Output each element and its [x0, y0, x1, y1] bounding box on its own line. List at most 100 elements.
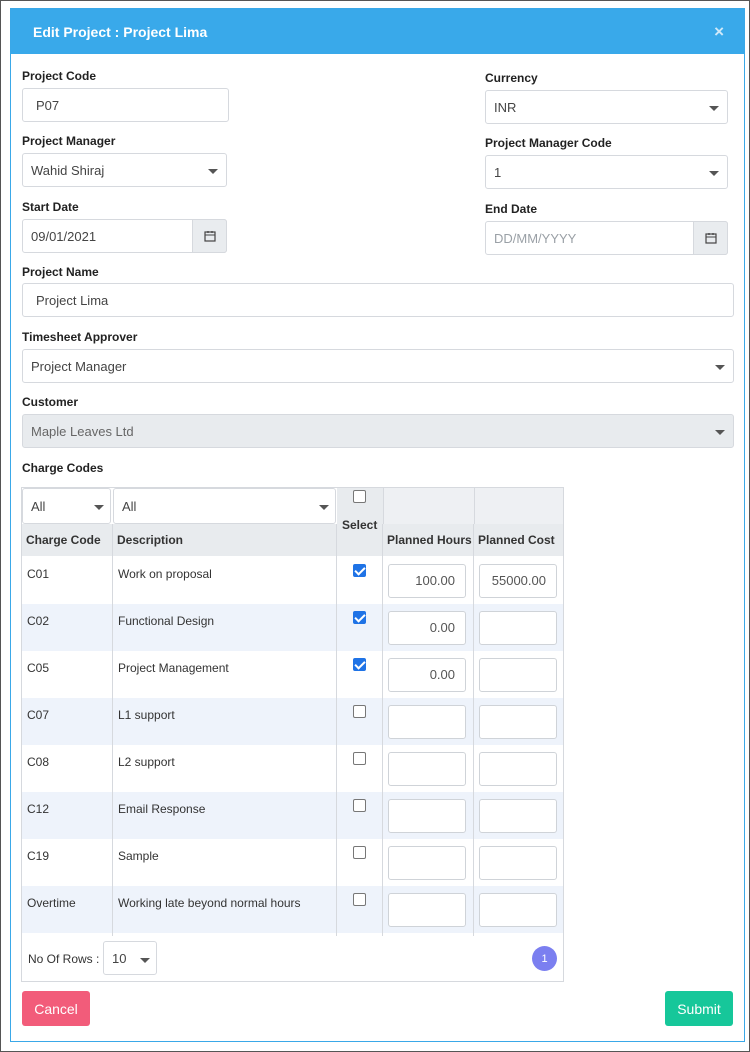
customer-select: Maple Leaves Ltd [22, 414, 734, 448]
table-row: C12 Email Response [22, 792, 563, 839]
cancel-button[interactable]: Cancel [22, 991, 90, 1026]
table-row: C02 Functional Design 0.00 [22, 604, 563, 651]
end-date-placeholder: DD/MM/YYYY [494, 230, 577, 246]
column-divider [112, 524, 113, 936]
table-row: C07 L1 support [22, 698, 563, 745]
end-date-input[interactable]: DD/MM/YYYY [485, 221, 728, 255]
project-code-label: Project Code [22, 69, 97, 83]
planned-cost-input[interactable] [479, 799, 557, 833]
currency-select[interactable]: INR [485, 90, 728, 124]
description-filter-value: All [122, 498, 137, 514]
planned-hours-input[interactable] [388, 846, 466, 880]
project-manager-select[interactable]: Wahid Shiraj [22, 153, 227, 187]
currency-label: Currency [485, 71, 538, 85]
description-cell: Project Management [118, 661, 229, 675]
project-name-input[interactable]: Project Lima [22, 283, 734, 317]
charge-code-cell: C01 [27, 567, 50, 581]
planned-hours-input[interactable] [388, 705, 466, 739]
table-row: C05 Project Management 0.00 [22, 651, 563, 698]
table-row: C08 L2 support [22, 745, 563, 792]
row-select-checkbox[interactable] [353, 846, 366, 859]
table-row: C01 Work on proposal 100.00 55000.00 [22, 557, 563, 604]
project-manager-value: Wahid Shiraj [31, 162, 105, 178]
project-manager-label: Project Manager [22, 134, 116, 148]
start-date-input[interactable]: 09/01/2021 [22, 219, 227, 253]
charge-codes-label: Charge Codes [22, 461, 104, 475]
customer-value: Maple Leaves Ltd [31, 423, 134, 439]
timesheet-approver-label: Timesheet Approver [22, 330, 138, 344]
column-divider [473, 524, 474, 936]
rows-per-page-label: No Of Rows : [28, 952, 100, 966]
description-cell: L1 support [118, 708, 175, 722]
pm-code-value: 1 [494, 164, 502, 180]
charge-codes-table: All All Charge Code Description Select P… [21, 487, 564, 982]
charge-code-cell: C12 [27, 802, 50, 816]
planned-hours-input[interactable]: 100.00 [388, 564, 466, 598]
header-planned-cost: Planned Cost [478, 533, 555, 547]
timesheet-approver-value: Project Manager [31, 358, 127, 374]
customer-label: Customer [22, 395, 79, 409]
description-cell: Working late beyond normal hours [118, 896, 301, 910]
table-filters: All All [22, 488, 563, 524]
calendar-icon[interactable] [192, 219, 227, 253]
pm-code-label: Project Manager Code [485, 136, 612, 150]
planned-hours-input[interactable]: 0.00 [388, 611, 466, 645]
header-planned-hours: Planned Hours [387, 533, 472, 547]
row-select-checkbox[interactable] [353, 705, 366, 718]
charge-code-cell: C19 [27, 849, 50, 863]
column-divider [336, 524, 337, 936]
charge-code-cell: C08 [27, 755, 50, 769]
header-select: Select [342, 518, 378, 532]
modal-title: Edit Project : Project Lima [33, 23, 208, 40]
end-date-label: End Date [485, 202, 538, 216]
rows-per-page-select[interactable]: 10 [103, 941, 157, 975]
planned-cost-input[interactable]: 55000.00 [479, 564, 557, 598]
planned-hours-input[interactable] [388, 893, 466, 927]
start-date-value: 09/01/2021 [31, 228, 97, 244]
planned-cost-input[interactable] [479, 705, 557, 739]
planned-hours-input[interactable] [388, 799, 466, 833]
rows-per-page-value: 10 [112, 950, 127, 966]
column-divider [382, 524, 383, 936]
description-filter-select[interactable]: All [113, 488, 336, 524]
select-all-checkbox[interactable] [353, 490, 366, 503]
header-charge-code: Charge Code [26, 533, 101, 547]
start-date-label: Start Date [22, 200, 79, 214]
row-select-checkbox[interactable] [353, 799, 366, 812]
planned-cost-input[interactable] [479, 846, 557, 880]
row-select-checkbox[interactable] [353, 893, 366, 906]
row-select-checkbox[interactable] [353, 752, 366, 765]
row-select-checkbox[interactable] [353, 564, 366, 577]
pm-code-select[interactable]: 1 [485, 155, 728, 189]
calendar-icon[interactable] [693, 221, 728, 255]
edit-project-modal: Edit Project : Project Lima × Project Co… [10, 8, 745, 1042]
planned-cost-input[interactable] [479, 611, 557, 645]
description-cell: Sample [118, 849, 159, 863]
project-name-label: Project Name [22, 265, 99, 279]
description-cell: Work on proposal [118, 567, 212, 581]
row-select-checkbox[interactable] [353, 611, 366, 624]
currency-value: INR [494, 99, 517, 115]
project-code-value: P07 [36, 97, 60, 113]
planned-cost-input[interactable] [479, 893, 557, 927]
description-cell: Email Response [118, 802, 206, 816]
charge-code-filter-select[interactable]: All [22, 488, 111, 524]
table-row: C19 Sample [22, 839, 563, 886]
planned-hours-input[interactable] [388, 752, 466, 786]
project-name-value: Project Lima [36, 292, 109, 308]
planned-hours-input[interactable]: 0.00 [388, 658, 466, 692]
charge-code-cell: Overtime [27, 896, 76, 910]
description-cell: Functional Design [118, 614, 215, 628]
planned-cost-input[interactable] [479, 752, 557, 786]
charge-code-cell: C05 [27, 661, 50, 675]
timesheet-approver-select[interactable]: Project Manager [22, 349, 734, 383]
charge-code-cell: C07 [27, 708, 50, 722]
table-row: Overtime Working late beyond normal hours [22, 886, 563, 933]
project-code-input[interactable]: P07 [22, 88, 229, 122]
hours-filter-cell [383, 488, 474, 524]
submit-button[interactable]: Submit [665, 991, 733, 1026]
planned-cost-input[interactable] [479, 658, 557, 692]
close-icon[interactable]: × [714, 22, 724, 42]
page-1-button[interactable]: 1 [532, 946, 557, 971]
row-select-checkbox[interactable] [353, 658, 366, 671]
